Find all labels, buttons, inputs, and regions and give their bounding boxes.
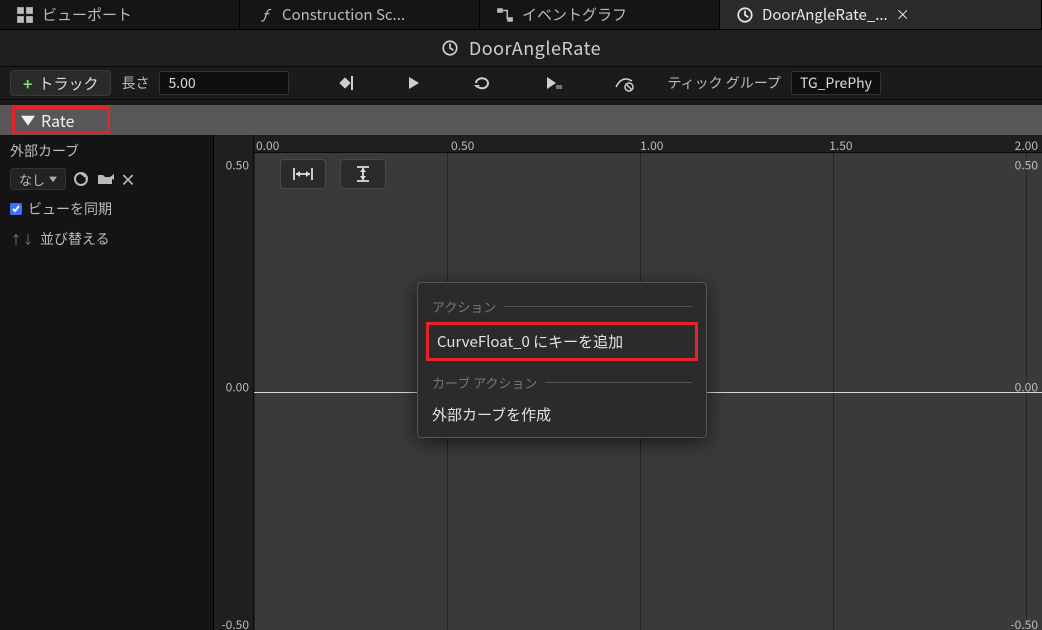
context-section-action: アクション — [418, 287, 706, 320]
section-label: カーブ アクション — [432, 373, 537, 392]
view-tools — [280, 159, 386, 189]
track-name: Rate — [41, 108, 75, 132]
folder-icon[interactable] — [96, 170, 114, 188]
external-curve-label: 外部カーブ — [10, 141, 203, 161]
function-icon: ƒ — [256, 6, 274, 24]
length-label: 長さ — [121, 73, 149, 93]
timeline-title: DoorAngleRate — [469, 35, 601, 61]
track-button-label: トラック — [38, 73, 98, 94]
reorder-label: 並び替える — [40, 229, 110, 249]
tick-group-value: TG_PrePhy — [800, 73, 872, 93]
checkbox-checked-icon[interactable] — [10, 203, 22, 215]
sidebar: 外部カーブ なし × ビューを同期 ↑↓ 並び替える — [0, 135, 214, 630]
x-axis: 0.00 0.50 1.00 1.50 2.00 — [254, 135, 1042, 153]
x-tick: 1.50 — [829, 137, 852, 154]
viewport-icon — [16, 6, 34, 24]
clear-icon[interactable]: × — [120, 167, 136, 191]
add-track-button[interactable]: + トラック — [10, 70, 111, 96]
tab-bar: ビューポート ƒ Construction Sc... イベントグラフ Door… — [0, 0, 1042, 30]
track-rate-header[interactable]: Rate — [0, 105, 1042, 135]
context-item-label: 外部カーブを作成 — [432, 404, 551, 425]
y-axis-left: 0.50 0.00 -0.50 — [214, 135, 254, 630]
sync-view-row[interactable]: ビューを同期 — [10, 197, 203, 221]
sync-view-label: ビューを同期 — [28, 199, 112, 219]
context-menu: アクション CurveFloat_0 にキーを追加 カーブ アクション 外部カー… — [417, 282, 707, 438]
replicated-icon[interactable] — [541, 70, 567, 96]
tab-label: イベントグラフ — [522, 4, 627, 25]
section-label: アクション — [432, 297, 496, 316]
clock-icon — [736, 6, 754, 24]
tick-group-select[interactable]: TG_PrePhy — [791, 71, 881, 95]
use-last-keyframe-icon[interactable] — [335, 70, 361, 96]
track-rate-expand[interactable]: Rate — [12, 106, 110, 134]
tab-label: ビューポート — [42, 4, 132, 25]
y-tick: 0.50 — [1015, 157, 1038, 174]
y-tick: 0.00 — [226, 379, 249, 396]
plus-icon: + — [23, 71, 32, 95]
reorder-row[interactable]: ↑↓ 並び替える — [10, 227, 203, 251]
context-item-label: CurveFloat_0 にキーを追加 — [437, 331, 623, 352]
x-tick: 0.00 — [256, 137, 279, 154]
autoplay-icon[interactable] — [401, 70, 427, 96]
loop-icon[interactable] — [471, 70, 497, 96]
ignore-time-dilation-icon[interactable] — [611, 70, 637, 96]
reorder-arrows-icon: ↑↓ — [10, 231, 34, 248]
context-section-curve-action: カーブ アクション — [418, 363, 706, 396]
y-tick: 0.50 — [226, 157, 249, 174]
x-tick: 1.00 — [640, 137, 663, 154]
tick-group-label: ティック グループ — [667, 73, 780, 93]
tab-construction-script[interactable]: ƒ Construction Sc... — [240, 0, 480, 29]
length-value: 5.00 — [168, 73, 195, 93]
y-tick: -0.50 — [222, 616, 249, 630]
tab-label: DoorAngleRate_... — [762, 4, 888, 25]
tab-event-graph[interactable]: イベントグラフ — [480, 0, 720, 29]
x-tick: 2.00 — [1015, 137, 1038, 154]
fit-horizontal-button[interactable] — [280, 159, 326, 189]
x-tick: 0.50 — [451, 137, 474, 154]
graph-icon — [496, 6, 514, 24]
y-tick: -0.50 — [1011, 616, 1038, 630]
browse-icon[interactable] — [72, 170, 90, 188]
fit-vertical-button[interactable] — [340, 159, 386, 189]
tab-viewport[interactable]: ビューポート — [0, 0, 240, 29]
title-bar: DoorAngleRate — [0, 30, 1042, 66]
length-input[interactable]: 5.00 — [159, 71, 289, 95]
toolbar: + トラック 長さ 5.00 ティック グループ TG_PrePhy — [0, 66, 1042, 100]
tab-label: Construction Sc... — [282, 4, 405, 25]
context-item-add-key[interactable]: CurveFloat_0 にキーを追加 — [426, 322, 698, 361]
external-curve-value: なし — [19, 170, 45, 189]
context-item-create-external-curve[interactable]: 外部カーブを作成 — [418, 396, 706, 433]
external-curve-select[interactable]: なし — [10, 168, 66, 190]
y-tick: 0.00 — [1015, 379, 1038, 396]
tab-timeline[interactable]: DoorAngleRate_... × — [720, 0, 1042, 29]
clock-icon — [441, 39, 459, 57]
close-icon[interactable]: × — [896, 8, 910, 22]
